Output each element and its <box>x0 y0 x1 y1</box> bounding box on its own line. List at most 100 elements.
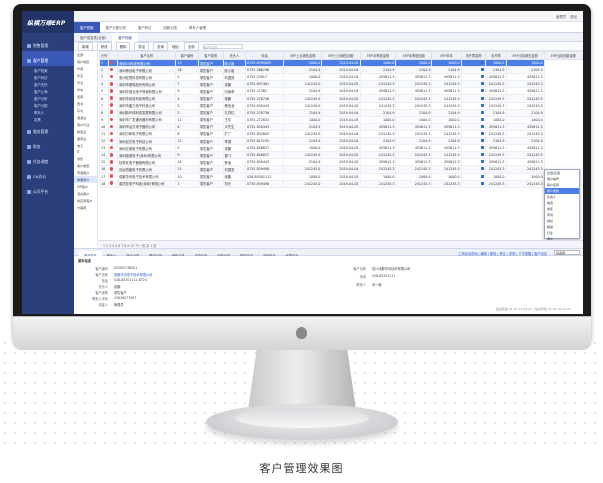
column-header[interactable]: 未开票 <box>485 51 507 60</box>
table-row[interactable]: 1 深圳XX科技有限公司 13 零售客户 陈小姐 0755-8390095 1000.0 20… <box>99 58 583 68</box>
tree-node[interactable]: 分销商 <box>74 204 97 211</box>
cell-name[interactable]: 深圳锦德电子(深圳)有限公司 <box>116 151 177 160</box>
table-row[interactable]: 11 深圳万和电子有限公司 8 零售客户 扩广 0755-832803 241245.0 20… <box>99 129 583 139</box>
table-row[interactable]: 14 深圳锦德电子(深圳)有限公司 9 零售客户 翼飞 0755-846827 241245… <box>99 151 583 160</box>
column-header[interactable]: 客户编号 <box>175 51 199 60</box>
tree-node[interactable]: 华东 <box>74 72 97 79</box>
table-row[interactable]: 4 深圳市顺电股份有限公司 7 零售客户 张鹏 0755-897461 241245.0 20… <box>99 80 583 89</box>
sidebar-item[interactable]: 财务 <box>22 137 74 152</box>
table-row[interactable]: 5 深圳华强北电子商城有限公司 9 零售客户 冯家奇 0755-27362 2104.9 20… <box>99 87 583 96</box>
column-header[interactable]: ERP本年 <box>431 51 462 60</box>
module-tab[interactable]: 客户拜访 <box>132 22 158 33</box>
cell-name[interactable]: 深圳万和电子有限公司 <box>116 129 177 139</box>
user-name[interactable]: 管理员 <box>556 14 566 19</box>
tree-node[interactable]: 客户地区 <box>74 58 97 65</box>
sidebar-subitem[interactable]: 发票 <box>22 115 74 122</box>
search-input[interactable]: 客户名称 <box>202 43 243 50</box>
sidebar-subitem[interactable]: 客户分配 <box>22 101 74 108</box>
cell-name[interactable]: 深圳亿维电子有限公司 <box>116 144 177 153</box>
tree-node[interactable]: 华北 <box>74 79 97 86</box>
tree-node[interactable]: 全部 <box>74 51 97 58</box>
sidebar-subitem[interactable]: 客户分析 <box>22 94 74 101</box>
toolbar-button[interactable]: 修改 <box>96 41 112 51</box>
sidebar-subitem[interactable]: 客户关怀 <box>22 80 74 87</box>
cell-name[interactable]: 深圳市优信科技有限公司 <box>116 94 177 103</box>
sidebar-item[interactable]: 销售管理 <box>22 36 74 51</box>
sidebar-item[interactable]: 客户管理 <box>22 51 74 66</box>
tree-node[interactable]: 潜在客户 <box>74 190 97 197</box>
sidebar-subitem[interactable]: 客户拜访 <box>22 73 74 80</box>
table-row[interactable]: 18 重庆宏电子科技(深圳)有限公司 1 零售客户 刘长 0755-839498 24124… <box>99 179 583 188</box>
filter-select[interactable]: 全部 <box>183 41 199 51</box>
column-header[interactable]: ERP上月销售金额 <box>283 51 323 60</box>
column-header[interactable]: ERP当前销售金额 <box>505 51 545 60</box>
cell-name[interactable]: 深圳市顺电股份有限公司 <box>116 80 177 89</box>
sidebar-subitem[interactable]: 客户档案 <box>22 66 74 73</box>
tree-node[interactable]: 客户类型 <box>74 162 97 169</box>
sidebar-item[interactable]: 任务调度 <box>22 152 74 167</box>
column-header[interactable]: 未开票金额 <box>460 51 487 60</box>
sidebar-item[interactable]: OA办公 <box>22 167 74 182</box>
tree-node[interactable]: 华南 <box>74 65 97 72</box>
table-row[interactable]: 9 深圳市广发通讯器材有限公司 11 零售客户 王华 0755-272833 1000.0 2… <box>99 115 583 124</box>
table-row[interactable]: 7 深圳市晶力电子科技公司 5 零售客户 杨伯龙 0755-830443 241245.0 2… <box>99 101 583 110</box>
column-header[interactable]: ERP当前回款金额 <box>543 51 583 60</box>
module-tab[interactable]: 客户分配记录 <box>100 22 132 33</box>
table-row[interactable]: 16 清远恒盛电子有限公司 15 零售客户 刘国发 0755-839498 241245.0… <box>99 165 583 174</box>
logout-link[interactable]: 退出 <box>570 14 577 19</box>
sidebar-item[interactable]: 公司平台 <box>22 182 74 197</box>
table-row[interactable]: 15 桂林安电子器械有限公司 14 零售客户 罗溪 0755-830443 2104.9 20… <box>99 158 583 167</box>
tree-node[interactable]: 客户行业 <box>74 121 97 128</box>
cell-name[interactable]: 成都华讯电子技术有限公司 <box>116 172 177 181</box>
tree-node[interactable]: 电子 <box>74 142 97 149</box>
cell-name[interactable]: 深圳市晶力电子科技公司 <box>116 101 177 110</box>
tree-node[interactable]: 普通客户 <box>74 169 97 176</box>
detail-select[interactable]: 请选择 <box>554 250 580 255</box>
page-tab[interactable]: 客户信息表(全部) <box>74 33 112 42</box>
column-header[interactable] <box>107 51 118 60</box>
tree-node[interactable]: 西北 <box>74 100 97 107</box>
module-tab[interactable]: 联系人管理 <box>183 22 212 33</box>
cell-name[interactable]: 深圳创艺电子科技公司 <box>116 137 177 146</box>
column-header[interactable]: ERP上月销售回款 <box>321 51 361 60</box>
column-header[interactable]: ERP本季度金额 <box>359 51 397 60</box>
sidebar-item[interactable]: 服务管理 <box>22 122 74 137</box>
cell-name[interactable]: 重庆宏电子科技(深圳)有限公司 <box>116 179 177 188</box>
field-value[interactable]: 四川成都华讯技术有限公司 <box>372 266 410 271</box>
column-header[interactable]: 行号 <box>99 51 109 60</box>
cell-name[interactable]: 惠州宏赛科技有限公司 <box>116 73 177 82</box>
table-row[interactable]: 12 深圳创艺电子科技公司 12 零售客户 李德 0755-615155 2104.9 201… <box>99 137 583 146</box>
tree-node[interactable]: 重要客户 <box>74 176 97 183</box>
table-row[interactable]: 6 深圳市优信科技有限公司 4 零售客户 张鹏 0755-278736 241245.0 20… <box>99 94 583 103</box>
toolbar-button[interactable]: 查询 <box>153 41 168 51</box>
table-row[interactable]: 3 惠州宏赛科技有限公司 2 零售客户 巩国良 0755-23917 1000.0 2019-… <box>99 73 583 82</box>
cell-name[interactable]: 深圳新环球科技发展有限公司 <box>116 108 177 117</box>
cell-name[interactable]: 深圳XX科技有限公司 <box>116 58 177 68</box>
table-row[interactable]: 10 深圳市远方电子器材公司 6 零售客户 卢先生 0755-830443 2104.9 20… <box>99 122 583 131</box>
column-header[interactable]: 负责人 <box>222 51 246 60</box>
field-value[interactable]: 成都华讯电子技术有限公司 <box>114 272 152 277</box>
column-header[interactable]: ERP本季度回款 <box>395 51 433 60</box>
module-tab[interactable]: 客户档案 <box>74 22 100 33</box>
page-tab[interactable]: 客户档案 <box>112 33 138 42</box>
tree-node[interactable]: 零售 <box>74 155 97 162</box>
table-row[interactable]: 13 深圳亿维电子有限公司 5 零售客户 张鹏 0755-846827 1000.0 2019… <box>99 144 583 153</box>
cell-name[interactable]: 桂林安电子器械有限公司 <box>116 158 177 167</box>
sidebar-subitem[interactable]: 客户公海 <box>22 87 74 94</box>
tree-node[interactable]: VIP客户 <box>74 183 97 190</box>
column-header[interactable]: 客户类别 <box>197 51 224 60</box>
pagination[interactable]: 1 2 3 4 5 6 7 8 9 10 下一页 共 1 页 <box>99 240 583 248</box>
tree-node[interactable]: 服务业 <box>74 135 97 142</box>
toolbar-button[interactable]: 删除 <box>115 41 131 51</box>
cell-name[interactable]: 清远恒盛电子有限公司 <box>116 165 177 174</box>
cell-name[interactable]: 深圳华强北电子商城有限公司 <box>116 87 177 96</box>
module-tab[interactable]: 回款记录 <box>157 22 183 33</box>
tree-node[interactable]: 港澳台 <box>74 114 97 121</box>
sidebar-subitem[interactable]: 联系人 <box>22 108 74 115</box>
table-row[interactable]: 17 成都华讯电子技术有限公司 10 零售客户 张鹏 028-85301111 1000.0… <box>99 172 583 181</box>
tree-node[interactable]: 东北 <box>74 107 97 114</box>
toolbar-button[interactable]: 导出 <box>134 41 150 51</box>
toolbar-button[interactable]: 新增 <box>78 41 93 51</box>
tree-node[interactable]: 供应商客户 <box>74 197 97 204</box>
cell-name[interactable]: 深圳市远方电子器材公司 <box>116 122 177 131</box>
